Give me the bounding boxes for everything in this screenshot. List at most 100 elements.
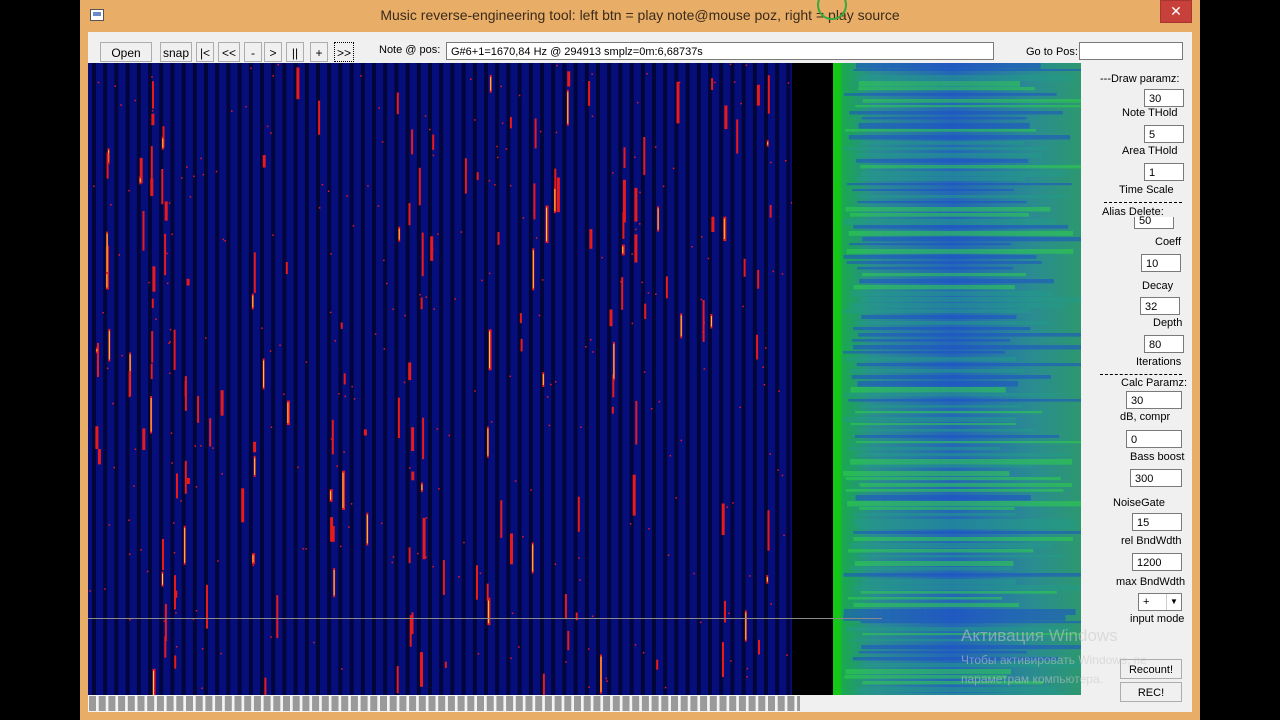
snap-button[interactable]: snap: [160, 42, 192, 62]
note-pos-field[interactable]: G#6+1=1670,84 Hz @ 294913 smplz=0m:6,687…: [446, 42, 994, 60]
note-dot: [488, 272, 491, 275]
spectrogram-stripe: [775, 63, 780, 695]
spectrum-band: [853, 537, 1073, 541]
note-dot: [509, 375, 511, 378]
spectrogram-stripe: [752, 63, 757, 695]
note-dot: [539, 130, 542, 133]
spectrum-band: [843, 417, 1017, 422]
note-streak: [721, 503, 725, 536]
note-dot: [591, 615, 594, 617]
depth-input[interactable]: 32: [1140, 297, 1180, 315]
pause-button[interactable]: ||: [286, 42, 304, 62]
note-streak-core: [532, 250, 534, 289]
play-button[interactable]: >: [264, 42, 282, 62]
spectrogram-stripe: [293, 63, 298, 695]
note-streak: [500, 500, 503, 538]
max-bandwidth-input[interactable]: 1200: [1132, 553, 1182, 571]
note-streak: [611, 406, 614, 414]
note-dot: [733, 81, 736, 83]
source-spectrum-panel[interactable]: [833, 63, 1081, 695]
note-dot: [180, 500, 182, 502]
spectrum-band: [857, 267, 1013, 270]
note-dot: [699, 621, 702, 624]
spectrum-band: [858, 429, 1035, 432]
spectrogram-stripe: [338, 63, 343, 695]
chevron-down-icon[interactable]: ▼: [1166, 594, 1181, 610]
plus-button[interactable]: +: [310, 42, 328, 62]
spectrogram-stripe: [271, 63, 276, 695]
note-streak: [756, 334, 759, 360]
piano-key: [447, 696, 455, 711]
piano-key: [690, 696, 698, 711]
note-dot: [417, 552, 419, 555]
piano-key: [506, 696, 514, 711]
note-dot: [620, 280, 622, 283]
spectrum-band: [843, 609, 1076, 615]
note-dot: [605, 677, 607, 680]
note-dot: [128, 519, 130, 521]
minus-button[interactable]: -: [244, 42, 262, 62]
db-compr-input[interactable]: 30: [1126, 391, 1182, 409]
spectrum-band: [853, 531, 1081, 534]
note-dot: [658, 400, 661, 403]
note-streak-core: [489, 331, 491, 369]
note-streak: [724, 600, 726, 623]
coeff-input[interactable]: 50: [1134, 216, 1174, 229]
note-streak: [767, 510, 770, 551]
note-streak: [296, 67, 300, 100]
spectrum-band: [848, 135, 1071, 140]
spectrum-band: [858, 81, 1020, 87]
bass-boost-input[interactable]: 0: [1126, 430, 1182, 448]
piano-key: [768, 696, 775, 711]
note-dot: [404, 314, 406, 317]
separator: [1100, 374, 1182, 375]
note-streak: [421, 232, 424, 277]
note-streak: [184, 380, 187, 397]
spectrum-band: [857, 153, 1043, 158]
time-scale-input[interactable]: 1: [1144, 163, 1184, 181]
note-dot: [675, 497, 677, 499]
note-dot: [746, 676, 748, 678]
close-button[interactable]: ✕: [1160, 0, 1192, 23]
goto-pos-input[interactable]: [1079, 42, 1183, 60]
area-thold-input[interactable]: 5: [1144, 125, 1184, 143]
to-start-button[interactable]: |<: [196, 42, 214, 62]
forward-button[interactable]: >>: [334, 42, 354, 62]
note-streak: [142, 428, 146, 450]
note-streak-core: [767, 142, 769, 145]
note-streak: [486, 583, 489, 601]
note-streak: [444, 661, 447, 668]
spectrum-band: [851, 375, 1051, 379]
note-dot: [592, 351, 594, 353]
piano-key: [205, 696, 213, 711]
note-streak: [609, 309, 613, 327]
piano-key: [680, 696, 688, 711]
note-dot: [166, 252, 168, 255]
decay-input[interactable]: 10: [1141, 254, 1181, 272]
noise-gate-input[interactable]: 300: [1130, 469, 1182, 487]
spectrogram-stripe: [327, 63, 332, 695]
piano-keyboard[interactable]: [88, 695, 800, 712]
note-spectrogram[interactable]: [88, 63, 792, 695]
spectrogram-stripe: [607, 63, 612, 695]
note-thold-input[interactable]: 30: [1144, 89, 1184, 107]
note-dot: [701, 236, 703, 238]
goto-pos-label: Go to Pos:: [1026, 46, 1078, 58]
rel-bandwidth-input[interactable]: 15: [1132, 513, 1182, 531]
open-button[interactable]: Open: [100, 42, 152, 62]
input-mode-select[interactable]: + ▼: [1138, 593, 1182, 611]
spectrum-band: [849, 303, 1063, 309]
note-dot: [392, 308, 394, 310]
iterations-input[interactable]: 80: [1144, 335, 1184, 353]
note-dot: [151, 110, 154, 112]
note-dot: [647, 292, 650, 294]
note-streak: [743, 258, 746, 277]
spectrum-band: [862, 579, 1016, 585]
spectrogram-gap: [792, 63, 833, 695]
rewind-button[interactable]: <<: [218, 42, 240, 62]
spectrum-band: [862, 99, 1081, 103]
spectrogram-stripe: [394, 63, 399, 695]
spectrogram-stripe: [428, 63, 432, 695]
title-bar[interactable]: Music reverse-engineering tool: left btn…: [80, 0, 1200, 32]
note-dot: [120, 104, 122, 106]
